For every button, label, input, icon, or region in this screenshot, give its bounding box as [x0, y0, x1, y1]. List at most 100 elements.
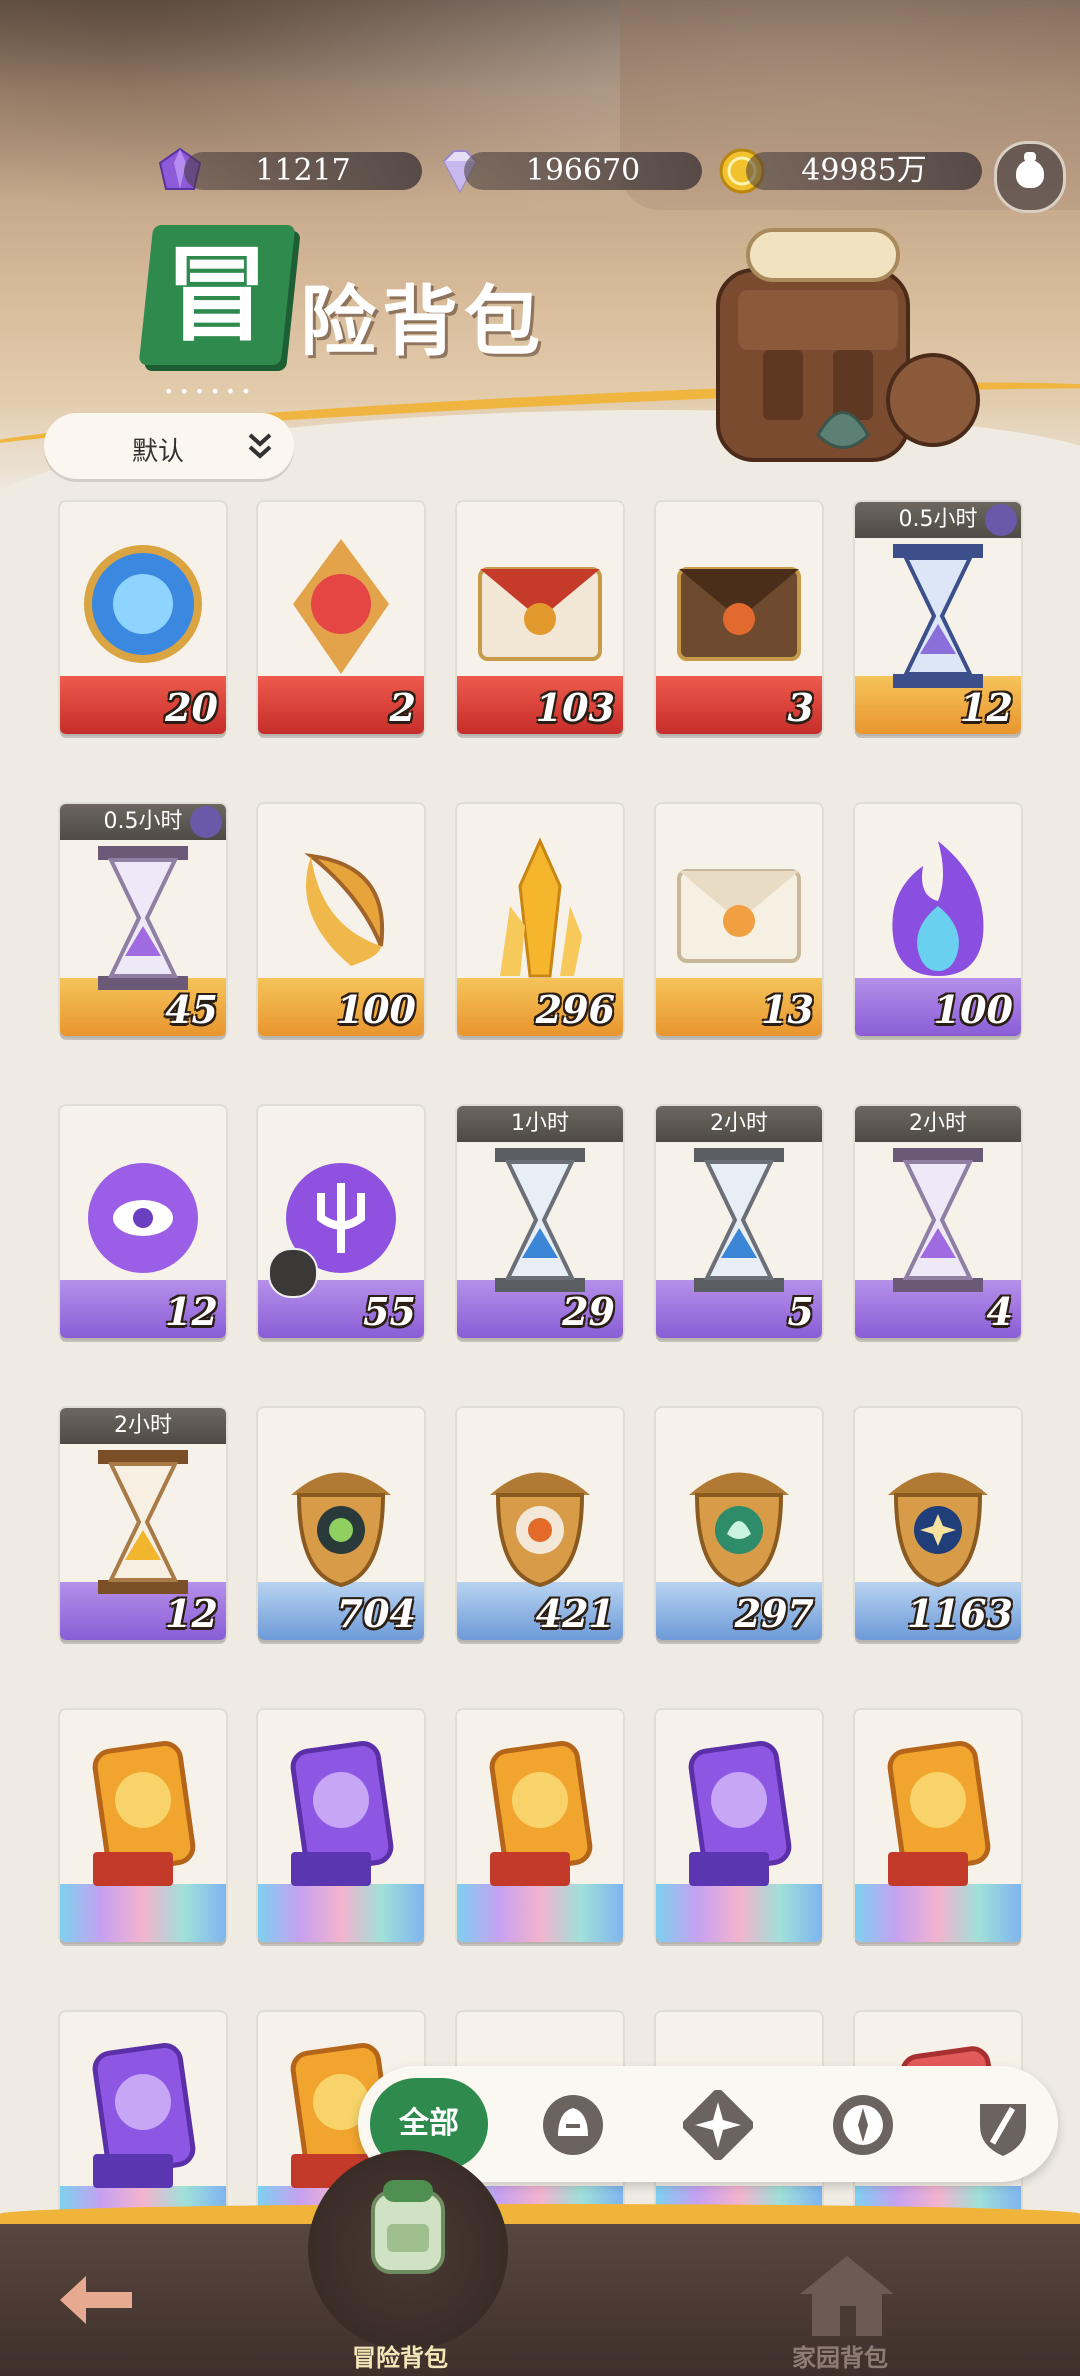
item-quantity: 4 [986, 1289, 1013, 1334]
sword-shield-icon[interactable] [968, 2090, 1038, 2160]
item-quantity: 297 [734, 1591, 814, 1636]
item-quantity: 3 [787, 685, 814, 730]
timer-label: 1小时 [511, 1111, 569, 1136]
back-arrow-icon[interactable] [52, 2268, 138, 2332]
item-card-acorn-green-eye[interactable]: 704 [258, 1408, 424, 1640]
helmet-icon[interactable] [538, 2090, 608, 2160]
ticket-purple-icon [290, 1741, 394, 1886]
item-card-white-envelope[interactable]: 13 [656, 804, 822, 1036]
item-card-brown-envelope[interactable]: 3 [656, 502, 822, 734]
compass-star-icon[interactable] [683, 2090, 753, 2160]
ticket-purple-icon [92, 2043, 196, 2188]
clock-symbol-icon [985, 504, 1017, 536]
item-quantity: 421 [535, 1591, 615, 1636]
item-card-gold-ticket-1[interactable] [60, 1710, 226, 1942]
money-bag-icon [1016, 152, 1044, 188]
item-card-gold-ticket-2[interactable] [457, 1710, 623, 1942]
gem-red-icon [293, 539, 389, 674]
sort-dropdown[interactable]: 默认 [44, 413, 294, 479]
compass-icon[interactable] [828, 2090, 898, 2160]
timer-badge: 0.5小时 [855, 502, 1021, 538]
flame-icon [892, 841, 984, 976]
nav-gold-edge [0, 2204, 1080, 2224]
title-badge: 冒 [138, 225, 296, 365]
timer-label: 0.5小时 [103, 809, 183, 834]
filter-bar: 全部 [358, 2066, 1058, 2182]
hourglass-blue2-icon [694, 1148, 784, 1292]
timer-label: 2小时 [909, 1111, 967, 1136]
tab-adventure-bag[interactable] [308, 2150, 508, 2350]
clock-symbol-icon [190, 806, 222, 838]
timer-badge: 1小时 [457, 1106, 623, 1142]
item-card-acorn-orange[interactable]: 421 [457, 1408, 623, 1640]
timer-badge: 2小时 [656, 1106, 822, 1142]
item-quantity: 29 [562, 1289, 615, 1334]
backpack-icon [716, 228, 980, 462]
ticket-gold-icon [92, 1741, 196, 1886]
item-card-gold-crescent[interactable]: 100 [258, 804, 424, 1036]
item-quantity: 20 [165, 685, 218, 730]
double-chevron-down-icon [248, 433, 272, 459]
envelope-brown-icon [677, 567, 801, 661]
item-card-gold-crystal[interactable]: 296 [457, 804, 623, 1036]
diamond-count: 196670 [464, 152, 702, 190]
item-card-violet-hourglass-2h[interactable]: 2小时 4 [855, 1106, 1021, 1338]
timer-label: 0.5小时 [898, 507, 978, 532]
gold-coin-count: 49985万 [746, 152, 982, 190]
home-icon[interactable] [782, 2244, 912, 2344]
item-card-purple-ticket-2[interactable] [656, 1710, 822, 1942]
acorn-orange-icon [490, 1472, 590, 1588]
item-card-purple-trident-orb[interactable]: 55 [258, 1106, 424, 1338]
hourglass-purple-icon [893, 1148, 983, 1292]
item-card-gold-hourglass-2h[interactable]: 2小时 12 [60, 1408, 226, 1640]
item-card-blue-hourglass[interactable]: 0.5小时 12 [855, 502, 1021, 734]
item-card-purple-ticket-3[interactable] [60, 2012, 226, 2220]
item-card-blue-hourglass-2h[interactable]: 2小时 5 [656, 1106, 822, 1338]
item-quantity: 296 [535, 987, 615, 1032]
item-quantity: 103 [535, 685, 615, 730]
timer-badge: 2小时 [855, 1106, 1021, 1142]
bottom-nav: 冒险背包 家园背包 [0, 2150, 1080, 2376]
envelope-red-icon [478, 567, 602, 661]
item-card-purple-ticket-1[interactable] [258, 1710, 424, 1942]
item-card-red-envelope[interactable]: 103 [457, 502, 623, 734]
item-quantity: 55 [363, 1289, 416, 1334]
item-card-blue-hourglass-1h[interactable]: 1小时 29 [457, 1106, 623, 1338]
crystal-icon [500, 837, 582, 978]
timer-badge: 2小时 [60, 1408, 226, 1444]
item-quantity: 12 [165, 1591, 218, 1636]
item-card-purple-flame[interactable]: 100 [855, 804, 1021, 1036]
tab-adventure-label: 冒险背包 [352, 2344, 448, 2372]
timer-label: 2小时 [710, 1111, 768, 1136]
hourglass-blue-icon [893, 544, 983, 688]
money-bag-button[interactable] [994, 141, 1066, 213]
page-title: 险背包 [300, 277, 546, 366]
item-quantity: 1163 [907, 1591, 1013, 1636]
item-quantity: 100 [336, 987, 416, 1032]
item-grid: 20 2 103 3 0.5小时 12 0.5小时 45 100 296 13 100 12 55 1小时 2… [0, 480, 1080, 2220]
tab-home-label[interactable]: 家园背包 [792, 2338, 888, 2373]
title-badge-char: 冒 [164, 234, 269, 356]
acorn-star-icon [888, 1472, 988, 1588]
ticket-gold-icon [489, 1741, 593, 1886]
ticket-purple-icon [688, 1741, 792, 1886]
item-card-gold-ticket-3[interactable] [855, 1710, 1021, 1942]
item-card-blue-orb-relic[interactable]: 20 [60, 502, 226, 734]
envelope-white-icon [677, 869, 801, 963]
ticket-gold-icon [887, 1741, 991, 1886]
item-quantity: 13 [761, 987, 814, 1032]
item-card-acorn-star[interactable]: 1163 [855, 1408, 1021, 1640]
item-card-red-gem-relic[interactable]: 2 [258, 502, 424, 734]
item-quantity: 704 [336, 1591, 416, 1636]
timer-label: 2小时 [114, 1413, 172, 1438]
item-quantity: 2 [389, 685, 416, 730]
crescent-icon [304, 853, 385, 966]
item-card-purple-eye-orb[interactable]: 12 [60, 1106, 226, 1338]
item-card-acorn-leaf[interactable]: 297 [656, 1408, 822, 1640]
purple-crystal-count: 11217 [184, 152, 422, 190]
item-quantity: 100 [933, 987, 1013, 1032]
item-card-purple-hourglass[interactable]: 0.5小时 45 [60, 804, 226, 1036]
orb-blue-icon [84, 545, 202, 663]
hourglass-purple-icon [98, 846, 188, 990]
orb-eye-icon [88, 1163, 198, 1273]
